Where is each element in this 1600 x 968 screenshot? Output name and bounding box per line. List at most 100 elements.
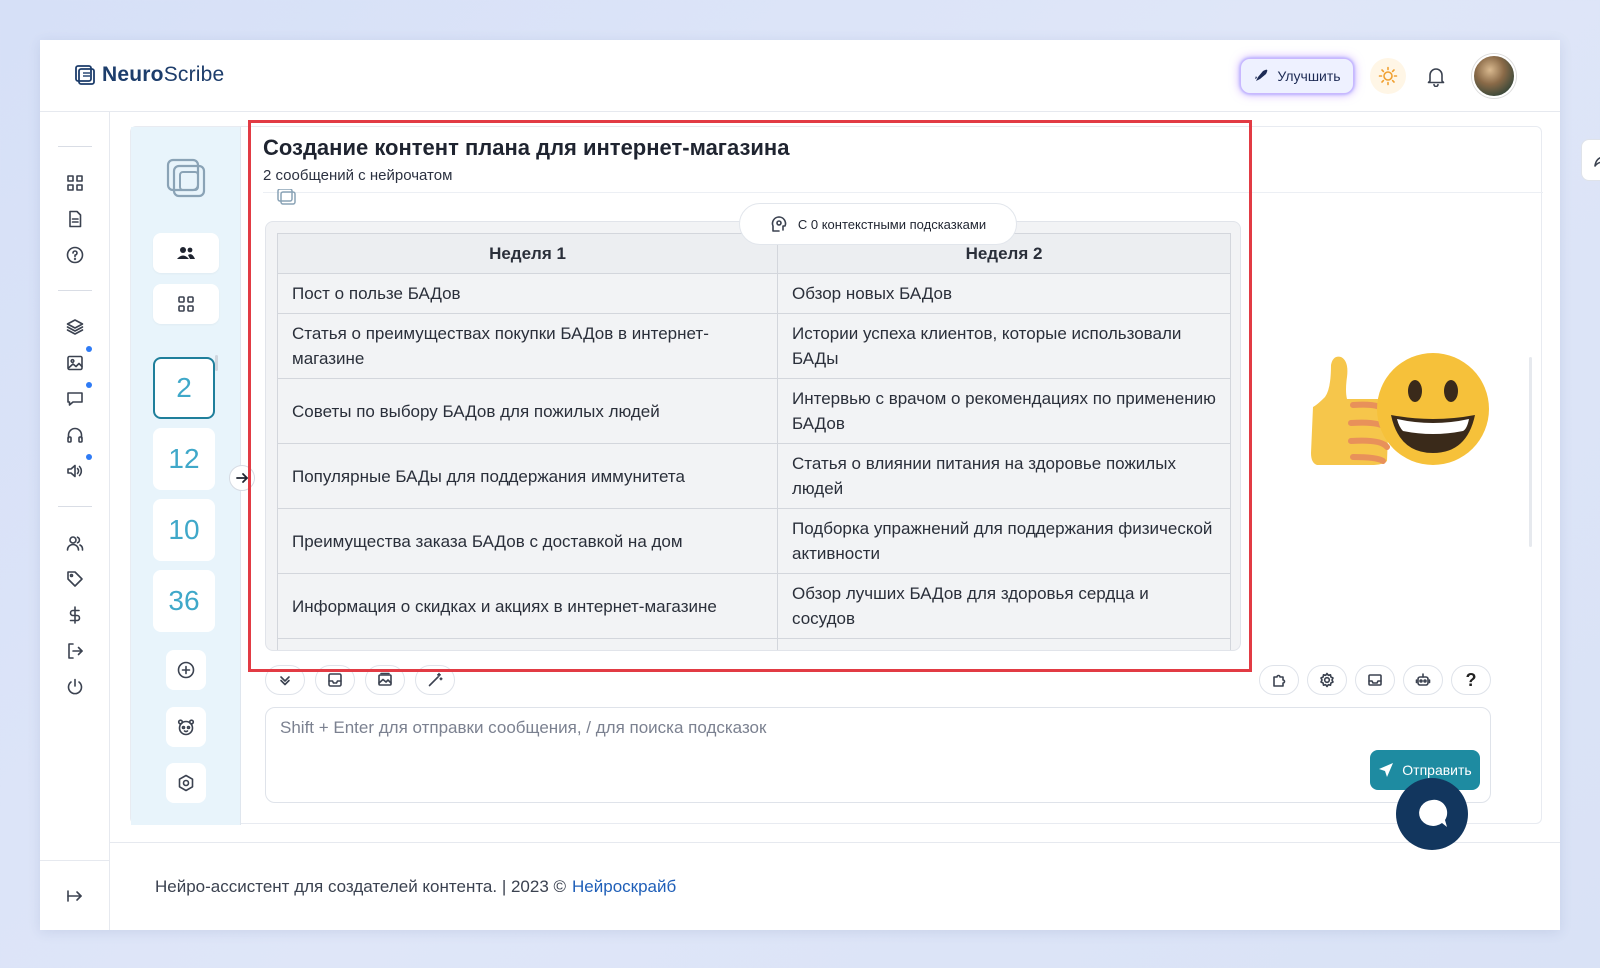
team-button[interactable] xyxy=(153,233,219,273)
chat-title: Создание контент плана для интернет-мага… xyxy=(263,135,790,160)
plus-circle-icon xyxy=(177,661,195,679)
table-cell: Интервью с врачом о рекомендациях по при… xyxy=(777,378,1231,444)
chat-header: Создание контент плана для интернет-мага… xyxy=(263,127,1600,193)
user-avatar[interactable] xyxy=(1472,54,1516,98)
magic-wand-button[interactable] xyxy=(415,665,455,695)
table-header-week1: Неделя 1 xyxy=(277,233,778,274)
dollar-icon[interactable] xyxy=(64,604,86,626)
settings-button[interactable] xyxy=(1307,665,1347,695)
table-cell: Популярные БАДы для поддержания иммуните… xyxy=(277,443,778,509)
top-bar: NeuroScribe Улучшить xyxy=(40,40,1560,112)
collapse-panel-button[interactable] xyxy=(229,465,255,491)
chat-scrollbar[interactable] xyxy=(1529,357,1532,547)
table-cell: Обзор лучших БАДов для здоровья сердца и… xyxy=(777,573,1231,639)
footer: Нейро-ассистент для создателей контента.… xyxy=(110,842,1560,930)
send-icon xyxy=(1379,763,1394,777)
session-count-10[interactable]: 10 xyxy=(153,499,215,561)
chat-subtitle: 2 сообщений с нейрочатом xyxy=(263,167,453,184)
message-input[interactable] xyxy=(280,718,1360,758)
tag-icon[interactable] xyxy=(64,568,86,590)
bot-button[interactable] xyxy=(166,707,206,747)
message-input-box: Отправить xyxy=(265,707,1491,803)
input-tools-left xyxy=(265,665,455,695)
message-table-container: Неделя 1 Неделя 2 Пост о пользе БАДов Об… xyxy=(265,221,1241,651)
sessions-scrollbar[interactable] xyxy=(215,355,218,371)
notification-dot xyxy=(86,454,92,460)
image-icon[interactable] xyxy=(64,352,86,374)
upgrade-label: Улучшить xyxy=(1277,68,1341,84)
panda-icon xyxy=(177,719,195,736)
table-row: Пост о пользе БАДов Обзор новых БАДов xyxy=(277,273,1231,314)
chevron-down-button[interactable] xyxy=(265,665,305,695)
chevrons-down-icon xyxy=(280,676,290,686)
logout-icon[interactable] xyxy=(64,640,86,662)
chat-icon[interactable] xyxy=(64,388,86,410)
footer-link[interactable]: Нейроскрайб xyxy=(572,877,676,897)
apps-button[interactable] xyxy=(153,284,219,324)
hexagon-settings-icon xyxy=(178,774,194,792)
speaker-icon[interactable] xyxy=(64,460,86,482)
rail-divider xyxy=(58,506,92,507)
help-circle-icon[interactable] xyxy=(64,244,86,266)
expand-sidebar-button[interactable] xyxy=(40,860,110,930)
table-cell: Обзор новых БАДов xyxy=(777,273,1231,314)
share-icon xyxy=(1594,157,1600,167)
sessions-logo-icon xyxy=(166,158,206,198)
support-chat-button[interactable] xyxy=(1396,778,1468,850)
assistant-bot-button[interactable] xyxy=(1403,665,1443,695)
chat-bubble-icon xyxy=(1419,799,1448,827)
context-hints-pill[interactable]: С 0 контекстными подсказками xyxy=(739,203,1017,245)
grid-icon[interactable] xyxy=(64,172,86,194)
table-row: Популярные БАДы для поддержания иммуните… xyxy=(277,443,1231,509)
input-tools-right: ? xyxy=(1259,665,1491,695)
logo-neuro: Neuro xyxy=(102,63,164,86)
inbox-button[interactable] xyxy=(315,665,355,695)
headphones-icon[interactable] xyxy=(64,424,86,446)
power-icon[interactable] xyxy=(64,676,86,698)
new-chat-button[interactable] xyxy=(166,650,206,690)
theme-toggle-button[interactable] xyxy=(1370,58,1406,94)
notifications-button[interactable] xyxy=(1420,60,1452,92)
image-stack-icon xyxy=(378,672,392,686)
inbox-icon xyxy=(328,673,342,687)
rail-divider xyxy=(58,290,92,291)
table-cell: Советы по выбору БАДов для пожилых людей xyxy=(277,378,778,444)
settings-hex-button[interactable] xyxy=(166,763,206,803)
sessions-panel: 2 12 10 36 xyxy=(131,127,241,825)
app-logo[interactable]: NeuroScribe xyxy=(74,63,224,87)
logo-text: NeuroScribe xyxy=(102,63,224,87)
session-count-36[interactable]: 36 xyxy=(153,570,215,632)
layers-icon[interactable] xyxy=(64,316,86,338)
table-cell: Статья о важности позитивного мышления д… xyxy=(777,638,1231,650)
upgrade-button[interactable]: Улучшить xyxy=(1240,58,1354,94)
share-button[interactable] xyxy=(1581,139,1600,181)
table-row: Советы по выбору БАДов для пожилых людей… xyxy=(277,378,1231,444)
puzzle-icon xyxy=(1273,674,1286,687)
users-icon[interactable] xyxy=(64,532,86,554)
mail-button[interactable] xyxy=(1355,665,1395,695)
table-row: Статья о важности позитивного мышления д… xyxy=(277,638,1231,650)
table-cell: Подборка упражнений для поддержания физи… xyxy=(777,508,1231,574)
document-icon[interactable] xyxy=(64,208,86,230)
session-count-2[interactable]: 2 xyxy=(153,357,215,419)
mail-icon xyxy=(1368,674,1382,686)
table-row: Статья о преимуществах покупки БАДов в и… xyxy=(277,313,1231,379)
gear-icon xyxy=(1320,672,1334,688)
help-button[interactable]: ? xyxy=(1451,665,1491,695)
logo-icon xyxy=(75,65,95,85)
table-row: Преимущества заказа БАДов с доставкой на… xyxy=(277,508,1231,574)
content-plan-table: Неделя 1 Неделя 2 Пост о пользе БАДов Об… xyxy=(277,233,1231,650)
logo-scribe: Scribe xyxy=(163,63,225,86)
table-cell: Истории успеха клиентов, которые использ… xyxy=(777,313,1231,379)
context-hints-label: С 0 контекстными подсказками xyxy=(797,216,987,232)
team-icon xyxy=(177,247,195,259)
grid-icon xyxy=(178,296,194,312)
table-cell: Статья о преимуществах покупки БАДов в и… xyxy=(277,313,778,379)
send-label: Отправить xyxy=(1402,762,1472,778)
footer-text: Нейро-ассистент для создателей контента.… xyxy=(155,876,567,896)
plugins-button[interactable] xyxy=(1259,665,1299,695)
table-row: Информация о скидках и акциях в интернет… xyxy=(277,573,1231,639)
session-count-12[interactable]: 12 xyxy=(153,428,215,490)
magic-wand-icon xyxy=(428,672,443,687)
image-gallery-button[interactable] xyxy=(365,665,405,695)
